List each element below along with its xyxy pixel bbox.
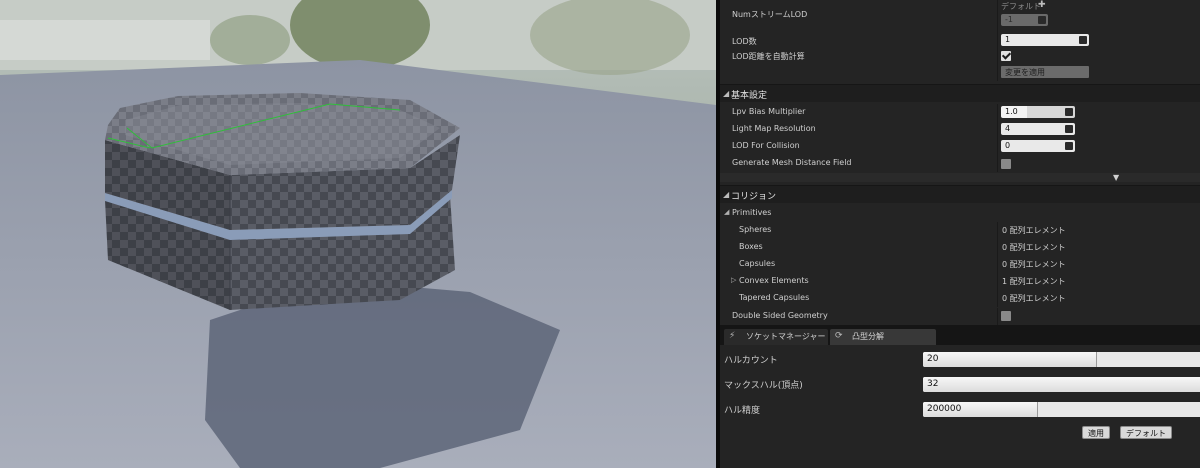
max-hull-verts-label: マックスハル(頂点) — [724, 381, 803, 391]
lod-for-collision-row: LOD For Collision 0 — [720, 138, 1200, 155]
spin-icon[interactable] — [1065, 108, 1073, 116]
gen-distance-field-label: Generate Mesh Distance Field — [732, 158, 852, 167]
double-sided-label: Double Sided Geometry — [732, 311, 828, 320]
collision-title: コリジョン — [731, 192, 777, 202]
lod-count-input[interactable]: 1 — [1001, 34, 1089, 46]
collision-item-row: Boxes 0 配列エレメント — [720, 239, 1200, 256]
num-stream-lod-input[interactable]: -1 — [1001, 14, 1048, 26]
collision-item-row: Capsules 0 配列エレメント — [720, 256, 1200, 273]
collision-item-value: 0 配列エレメント — [1002, 243, 1066, 252]
auto-compute-lod-checkbox[interactable] — [1001, 51, 1011, 61]
plus-icon[interactable]: ✚ — [1038, 0, 1046, 10]
collapse-arrow-icon[interactable]: ◢ — [724, 208, 729, 216]
spin-icon[interactable] — [1065, 142, 1073, 150]
collision-item-value: 0 配列エレメント — [1002, 226, 1066, 235]
auto-compute-lod-row: LOD距離を自動計算 — [720, 48, 1200, 65]
collision-item-row: Tapered Capsules 0 配列エレメント — [720, 290, 1200, 307]
collision-item-label: Boxes — [739, 242, 763, 251]
collision-item-label: Spheres — [739, 225, 772, 234]
max-hull-verts-row: マックスハル(頂点) 32 — [720, 374, 1200, 394]
tab-socket-manager[interactable]: ⚡ ソケットマネージャー — [724, 329, 828, 345]
socket-icon: ⚡ — [729, 331, 736, 341]
tab-convex-decomposition[interactable]: ⟳ 凸型分解 — [830, 329, 936, 345]
hull-count-slider[interactable]: 20 — [923, 352, 1200, 367]
hull-count-row: ハルカウント 20 — [720, 349, 1200, 369]
expand-down-icon[interactable]: ▼ — [1113, 173, 1119, 182]
primitives-label: Primitives — [732, 208, 772, 217]
lpv-bias-label: Lpv Bias Multiplier — [732, 107, 806, 116]
spin-icon[interactable] — [1038, 16, 1046, 24]
apply-changes-button[interactable]: 変更を適用 — [1001, 66, 1089, 78]
apply-button[interactable]: 適用 — [1082, 426, 1110, 439]
spin-icon[interactable] — [1079, 36, 1087, 44]
advanced-expander[interactable]: ▼ — [720, 173, 1200, 182]
lod-count-label: LOD数 — [732, 37, 757, 46]
lpv-bias-row: Lpv Bias Multiplier 1.0 — [720, 104, 1200, 121]
gen-distance-field-checkbox[interactable] — [1001, 159, 1011, 169]
tab-bar: ⚡ ソケットマネージャー ⟳ 凸型分解 — [720, 328, 1200, 345]
details-panel: NumストリームLOD デフォルト ✚ -1 LOD数 1 LOD距離を自動計算… — [720, 0, 1200, 325]
default-label: デフォルト — [1001, 2, 1041, 11]
double-sided-row: Double Sided Geometry — [720, 308, 1200, 325]
collision-item-row: Spheres 0 配列エレメント — [720, 222, 1200, 239]
lod-for-collision-label: LOD For Collision — [732, 141, 800, 150]
num-stream-lod-label: NumストリームLOD — [732, 10, 808, 19]
max-hull-verts-slider[interactable]: 32 — [923, 377, 1200, 392]
hull-count-label: ハルカウント — [724, 356, 778, 366]
collision-item-value: 0 配列エレメント — [1002, 260, 1066, 269]
spin-icon[interactable] — [1065, 125, 1073, 133]
convex-icon: ⟳ — [835, 331, 843, 341]
collision-item-value: 1 配列エレメント — [1002, 277, 1066, 286]
hull-precision-row: ハル精度 200000 — [720, 399, 1200, 419]
lightmap-resolution-label: Light Map Resolution — [732, 124, 816, 133]
basic-settings-title: 基本設定 — [731, 91, 768, 101]
expand-arrow-icon[interactable]: ▷ — [731, 276, 736, 284]
hull-precision-slider[interactable]: 200000 — [923, 402, 1200, 417]
collision-header[interactable]: ◢ コリジョン — [720, 185, 1200, 203]
collision-item-label: Tapered Capsules — [739, 293, 810, 302]
apply-changes-row: 変更を適用 — [720, 64, 1200, 81]
viewport[interactable] — [0, 0, 716, 468]
collision-item-label: Convex Elements — [739, 276, 809, 285]
auto-compute-lod-label: LOD距離を自動計算 — [732, 52, 805, 61]
collision-item-row[interactable]: ▷ Convex Elements 1 配列エレメント — [720, 273, 1200, 290]
double-sided-checkbox[interactable] — [1001, 311, 1011, 321]
lightmap-resolution-row: Light Map Resolution 4 — [720, 121, 1200, 138]
convex-decomposition-panel: ハルカウント 20 マックスハル(頂点) 32 ハル精度 200000 適用 デ… — [720, 345, 1200, 468]
tab-label: ソケットマネージャー — [746, 332, 826, 341]
collapse-arrow-icon[interactable]: ◢ — [723, 89, 729, 98]
lightmap-resolution-input[interactable]: 4 — [1001, 123, 1075, 135]
lpv-bias-input[interactable]: 1.0 — [1001, 106, 1075, 118]
primitives-row[interactable]: ◢ Primitives — [720, 205, 1200, 222]
tab-label: 凸型分解 — [852, 332, 884, 341]
gen-distance-field-row: Generate Mesh Distance Field — [720, 155, 1200, 172]
num-stream-lod-row: NumストリームLOD デフォルト ✚ -1 — [720, 0, 1200, 34]
lod-for-collision-input[interactable]: 0 — [1001, 140, 1075, 152]
hull-precision-label: ハル精度 — [724, 406, 761, 416]
collision-item-value: 0 配列エレメント — [1002, 294, 1066, 303]
basic-settings-header[interactable]: ◢ 基本設定 — [720, 84, 1200, 102]
default-button[interactable]: デフォルト — [1120, 426, 1172, 439]
viewport-scene — [0, 0, 716, 468]
collision-item-label: Capsules — [739, 259, 776, 268]
collapse-arrow-icon[interactable]: ◢ — [723, 190, 729, 199]
